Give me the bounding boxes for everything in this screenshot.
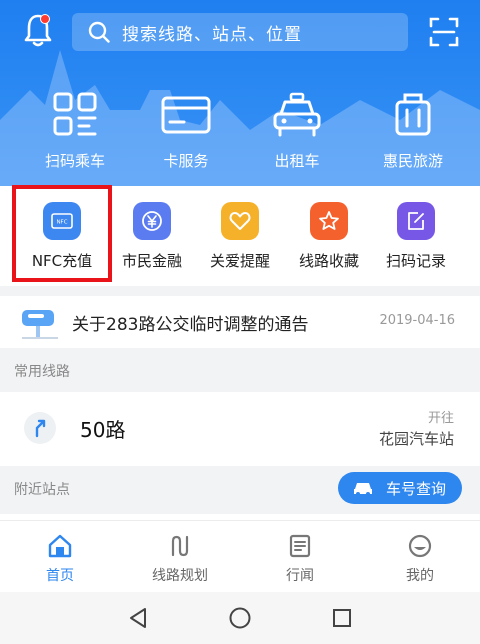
card-icon <box>161 96 211 134</box>
search-bar[interactable]: 搜索线路、站点、位置 <box>72 13 408 51</box>
top-feature-tourism[interactable]: 惠民旅游 <box>358 92 468 176</box>
route-item[interactable]: 50路 开往 花园汽车站 <box>0 392 480 466</box>
nav-home[interactable]: 首页 <box>0 521 120 593</box>
mailbox-icon <box>22 310 58 339</box>
yen-icon <box>133 202 171 240</box>
back-icon[interactable] <box>126 606 150 630</box>
edit-note-icon <box>397 202 435 240</box>
service-care-reminder[interactable]: 关爱提醒 <box>192 186 288 286</box>
frequent-routes-header: 常用线路 <box>0 348 480 392</box>
section-title: 附近站点 <box>14 482 70 498</box>
car-search-icon <box>354 483 372 496</box>
top-feature-label: 惠民旅游 <box>382 152 443 170</box>
news-icon <box>289 534 311 558</box>
nav-route-planning[interactable]: 线路规划 <box>120 521 240 593</box>
top-features: 扫码乘车 卡服务 出租车 惠民旅游 <box>0 92 480 176</box>
nav-label: 首页 <box>46 568 74 584</box>
nav-label: 我的 <box>406 568 434 584</box>
notice-text: 关于283路公交临时调整的通告 <box>72 315 309 335</box>
service-scan-records[interactable]: 扫码记录 <box>368 186 464 286</box>
nav-profile[interactable]: 我的 <box>360 521 480 593</box>
bus-query-button[interactable]: 车号查询 <box>338 472 462 504</box>
top-feature-label: 出租车 <box>274 152 320 170</box>
highlight-box <box>12 185 112 282</box>
service-citizen-finance[interactable]: 市民金融 <box>104 186 200 286</box>
route-direction-icon <box>24 412 56 444</box>
top-feature-qr-ride[interactable]: 扫码乘车 <box>20 92 130 176</box>
notice-bar[interactable]: 关于283路公交临时调整的通告 2019-04-16 <box>0 296 480 348</box>
service-label: 扫码记录 <box>385 252 446 270</box>
recents-icon[interactable] <box>330 606 354 630</box>
notification-dot <box>40 14 50 24</box>
section-title: 常用线路 <box>14 364 70 380</box>
search-placeholder: 搜索线路、站点、位置 <box>122 24 302 45</box>
route-destination: 花园汽车站 <box>378 430 454 448</box>
bottom-nav: 首页 线路规划 行闻 我的 <box>0 520 480 592</box>
service-label: 市民金融 <box>121 252 182 270</box>
search-icon <box>88 21 110 43</box>
route-number: 50路 <box>80 418 126 442</box>
profile-icon <box>408 534 432 558</box>
notice-date: 2019-04-16 <box>379 313 455 328</box>
header: 搜索线路、站点、位置 扫码乘车 卡服务 出租车 惠民旅游 <box>0 0 480 186</box>
top-feature-label: 扫码乘车 <box>44 152 105 170</box>
nav-news[interactable]: 行闻 <box>240 521 360 593</box>
service-label: 关爱提醒 <box>209 252 270 270</box>
home-icon <box>48 534 72 558</box>
top-feature-taxi[interactable]: 出租车 <box>242 92 352 176</box>
luggage-icon <box>395 93 431 136</box>
service-label: 线路收藏 <box>298 252 359 270</box>
star-icon <box>310 202 348 240</box>
top-feature-label: 卡服务 <box>163 152 209 170</box>
service-route-favorites[interactable]: 线路收藏 <box>281 186 377 286</box>
taxi-icon <box>273 92 321 137</box>
home-circle-icon[interactable] <box>228 606 252 630</box>
heart-icon <box>221 202 259 240</box>
nav-label: 线路规划 <box>152 568 208 584</box>
nav-label: 行闻 <box>286 568 314 584</box>
qr-code-icon <box>53 92 97 136</box>
scan-icon[interactable] <box>428 16 460 48</box>
system-nav-bar <box>0 592 480 644</box>
route-plan-icon <box>171 535 189 557</box>
bus-query-label: 车号查询 <box>386 479 447 498</box>
route-direction-label: 开往 <box>427 411 454 426</box>
top-feature-card-service[interactable]: 卡服务 <box>131 92 241 176</box>
